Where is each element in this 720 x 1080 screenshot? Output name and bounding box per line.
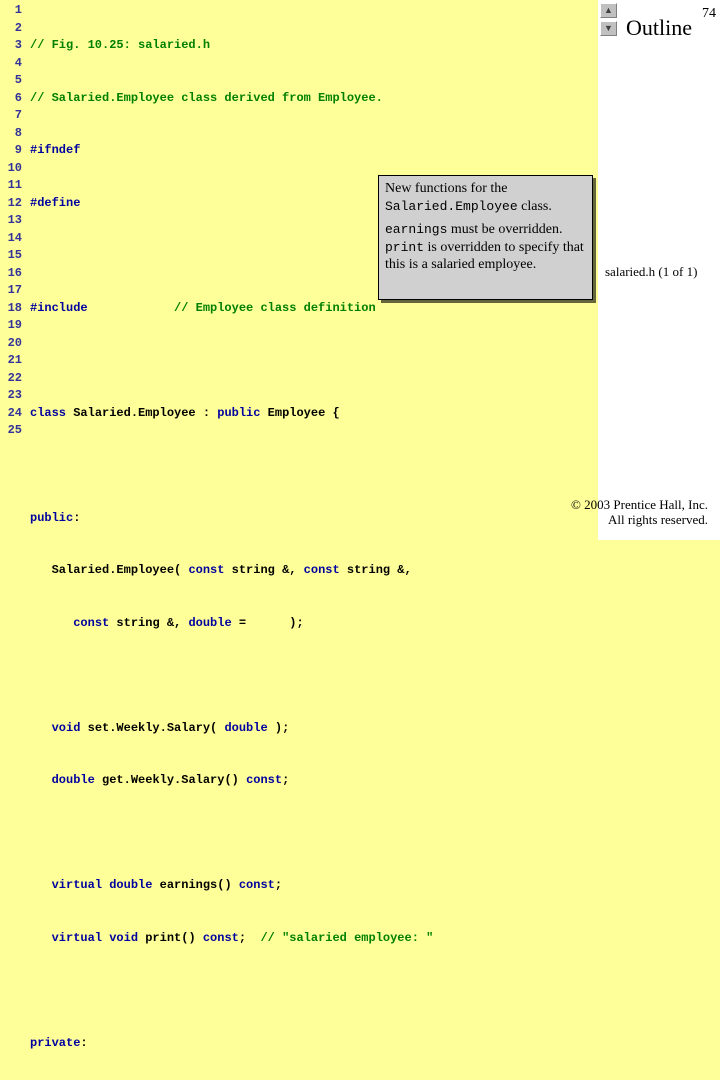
- code-text: class: [30, 406, 66, 420]
- line-number: 24: [0, 405, 26, 423]
- code-text: [30, 721, 52, 735]
- code-text: [30, 616, 73, 630]
- callout-text: Salaried.Employee: [385, 199, 518, 214]
- line-number: 1: [0, 2, 26, 20]
- arrow-up-icon: ▲: [604, 5, 613, 15]
- copyright-line: © 2003 Prentice Hall, Inc.: [571, 497, 708, 513]
- code-text: // Fig. 10.25: salaried.h: [30, 38, 210, 52]
- code-text: virtual void: [52, 931, 138, 945]
- code-text: void: [52, 721, 81, 735]
- line-number: 18: [0, 300, 26, 318]
- code-text: private: [30, 1036, 80, 1050]
- copyright-line: All rights reserved.: [571, 512, 708, 528]
- code-text: [30, 773, 52, 787]
- code-text: public: [30, 511, 73, 525]
- line-number: 21: [0, 352, 26, 370]
- code-text: const: [73, 616, 109, 630]
- line-number: 9: [0, 142, 26, 160]
- line-number: 6: [0, 90, 26, 108]
- code-text: double: [188, 616, 231, 630]
- code-text: const: [246, 773, 282, 787]
- line-number: 19: [0, 317, 26, 335]
- code-text: );: [268, 721, 290, 735]
- line-number: 17: [0, 282, 26, 300]
- line-number: 4: [0, 55, 26, 73]
- code-text: Salaried.Employee(: [30, 563, 188, 577]
- code-text: string &,: [340, 563, 412, 577]
- code-text: #ifndef: [30, 143, 80, 157]
- code-text: #define: [30, 196, 80, 210]
- code-area: 1 2 3 4 5 6 7 8 9 10 11 12 13 14 15 16 1…: [0, 0, 598, 540]
- code-text: string &,: [224, 563, 303, 577]
- scroll-up-button[interactable]: ▲: [600, 3, 617, 18]
- line-number: 13: [0, 212, 26, 230]
- callout-paragraph: New functions for the Salaried.Employee …: [385, 180, 586, 215]
- line-number: 20: [0, 335, 26, 353]
- callout-text: class.: [518, 199, 552, 214]
- code-text: Employee {: [260, 406, 339, 420]
- arrow-down-icon: ▼: [604, 23, 613, 33]
- line-number: 10: [0, 160, 26, 178]
- code-text: earnings(): [152, 878, 238, 892]
- file-reference: salaried.h (1 of 1): [605, 264, 697, 280]
- copyright-notice: © 2003 Prentice Hall, Inc. All rights re…: [571, 497, 708, 528]
- code-text: double: [224, 721, 267, 735]
- code-text: // Salaried.Employee class derived from …: [30, 91, 383, 105]
- annotation-callout: New functions for the Salaried.Employee …: [378, 175, 593, 300]
- callout-text: New functions for the: [385, 181, 507, 196]
- page-number: 74: [702, 6, 716, 22]
- line-number: 3: [0, 37, 26, 55]
- code-text: const: [203, 931, 239, 945]
- code-text: // "salaried employee: ": [260, 931, 433, 945]
- code-text: public: [217, 406, 260, 420]
- line-number: 15: [0, 247, 26, 265]
- line-number: 7: [0, 107, 26, 125]
- line-number: 11: [0, 177, 26, 195]
- code-text: :: [80, 1036, 87, 1050]
- line-number: 25: [0, 422, 26, 440]
- line-number: 22: [0, 370, 26, 388]
- code-text: ;: [275, 878, 282, 892]
- line-number: 5: [0, 72, 26, 90]
- code-text: // Employee class definition: [88, 301, 376, 315]
- callout-text: earnings: [385, 222, 447, 237]
- code-text: ;: [239, 931, 261, 945]
- callout-text: print: [385, 240, 424, 255]
- line-number: 14: [0, 230, 26, 248]
- code-text: [30, 878, 52, 892]
- outline-title: Outline: [626, 15, 692, 41]
- code-text: double: [52, 773, 95, 787]
- scroll-down-button[interactable]: ▼: [600, 21, 617, 36]
- callout-paragraph: earnings must be overridden. print is ov…: [385, 221, 586, 274]
- code-text: virtual double: [52, 878, 153, 892]
- callout-text: must be overridden.: [447, 222, 562, 237]
- code-text: const: [239, 878, 275, 892]
- code-block: // Fig. 10.25: salaried.h // Salaried.Em…: [30, 2, 433, 1080]
- code-text: const: [188, 563, 224, 577]
- code-text: print(): [138, 931, 203, 945]
- line-number: 2: [0, 20, 26, 38]
- code-text: = );: [232, 616, 304, 630]
- line-number-gutter: 1 2 3 4 5 6 7 8 9 10 11 12 13 14 15 16 1…: [0, 2, 26, 440]
- line-number: 12: [0, 195, 26, 213]
- code-text: :: [73, 511, 80, 525]
- line-number: 8: [0, 125, 26, 143]
- code-text: const: [304, 563, 340, 577]
- code-text: ;: [282, 773, 289, 787]
- code-text: [30, 931, 52, 945]
- code-text: string &,: [109, 616, 188, 630]
- line-number: 23: [0, 387, 26, 405]
- line-number: 16: [0, 265, 26, 283]
- code-text: Salaried.Employee :: [66, 406, 217, 420]
- code-text: get.Weekly.Salary(): [95, 773, 246, 787]
- code-text: #include: [30, 301, 88, 315]
- code-text: set.Weekly.Salary(: [80, 721, 224, 735]
